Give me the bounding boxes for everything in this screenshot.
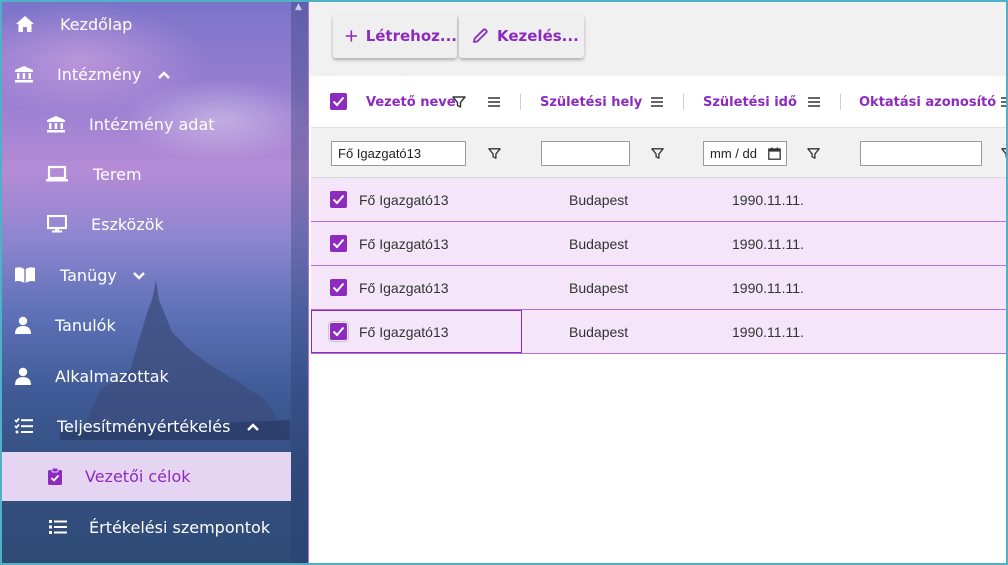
sidebar: ▲ Kezdőlap Intézmény Intézmény adat Tere… xyxy=(0,0,308,565)
nav-item-teljesitmenyertekeles[interactable]: Teljesítményértékelés xyxy=(0,402,291,450)
nav-item-terem[interactable]: Terem xyxy=(0,150,291,198)
checkmark-icon xyxy=(332,326,345,337)
column-menu-icon[interactable] xyxy=(486,94,502,110)
table-row[interactable]: Fő Igazgató13 Budapest 1990.11.11. xyxy=(311,178,1008,222)
cell-name: Fő Igazgató13 xyxy=(359,280,449,296)
nav-item-intezmeny-adat[interactable]: Intézmény adat xyxy=(0,100,291,148)
clipboard-check-icon xyxy=(44,466,66,488)
sidebar-scrollbar[interactable] xyxy=(291,0,308,565)
nav-item-intezmeny[interactable]: Intézmény xyxy=(0,50,291,98)
nav-item-label: Értékelési szempontok xyxy=(89,517,271,537)
cell-place: Budapest xyxy=(569,236,629,252)
nav-item-tanugy[interactable]: Tanügy xyxy=(0,251,291,299)
table-row[interactable]: Fő Igazgató13 Budapest 1990.11.11. xyxy=(311,266,1008,310)
institution-icon xyxy=(45,113,67,135)
home-icon xyxy=(14,13,36,35)
cell-name: Fő Igazgató13 xyxy=(359,192,449,208)
nav-item-label: Teljesítményértékelés xyxy=(57,416,231,436)
checkmark-icon xyxy=(332,96,345,107)
table-header: Vezető neve Születési hely Születési idő… xyxy=(311,76,1008,128)
chevron-up-icon xyxy=(246,423,259,431)
chevron-up-icon xyxy=(157,71,170,79)
cell-date: 1990.11.11. xyxy=(732,280,804,296)
cell-place: Budapest xyxy=(569,192,629,208)
create-button-label: Létrehoz... xyxy=(365,27,457,45)
nav-item-label: Tanügy xyxy=(60,265,117,285)
column-header-oktatasi-azonosito[interactable]: Oktatási azonosító xyxy=(859,76,996,128)
filter-icon[interactable] xyxy=(451,94,467,110)
date-filter-input[interactable]: mm / dd xyxy=(703,141,787,166)
nav-item-alkalmazottak[interactable]: Alkalmazottak xyxy=(0,352,291,400)
nav-item-label: Eszközök xyxy=(91,214,164,234)
pencil-icon xyxy=(473,28,488,43)
column-header-vezeto-neve[interactable]: Vezető neve xyxy=(366,76,456,128)
monitor-icon xyxy=(46,213,68,235)
chevron-down-icon xyxy=(133,272,145,280)
nav-item-label: Vezetői célok xyxy=(85,467,191,486)
main-content: Létrehoz... Kezelés... Vezető neve Szüle… xyxy=(308,0,1008,565)
nav-item-label: Alkalmazottak xyxy=(55,366,169,386)
id-filter-input[interactable] xyxy=(860,141,982,166)
column-menu-icon[interactable] xyxy=(999,94,1008,110)
table-row[interactable]: Fő Igazgató13 Budapest 1990.11.11. xyxy=(311,222,1008,266)
manage-button-label: Kezelés... xyxy=(497,27,579,45)
cell-name: Fő Igazgató13 xyxy=(359,236,449,252)
column-menu-icon[interactable] xyxy=(806,94,822,110)
nav-item-label: Kezdőlap xyxy=(60,14,133,34)
row-checkbox[interactable] xyxy=(328,321,349,342)
filter-icon[interactable] xyxy=(1000,146,1008,161)
checkmark-icon xyxy=(332,194,345,205)
column-separator[interactable] xyxy=(520,94,521,110)
row-checkbox[interactable] xyxy=(330,235,347,252)
toolbar: Létrehoz... Kezelés... xyxy=(309,0,1008,76)
checkmark-icon xyxy=(332,282,345,293)
filter-icon[interactable] xyxy=(806,146,821,161)
institution-icon xyxy=(13,63,35,85)
calendar-icon[interactable] xyxy=(768,147,781,160)
column-header-szuletesi-ido[interactable]: Születési idő xyxy=(703,76,797,128)
nav-item-tanulok[interactable]: Tanulók xyxy=(0,301,291,349)
nav-item-label: Intézmény xyxy=(57,64,142,84)
checklist-icon xyxy=(13,415,35,437)
filter-icon[interactable] xyxy=(650,146,665,161)
date-filter-placeholder: mm / dd xyxy=(710,146,757,161)
book-icon xyxy=(14,264,36,286)
create-button[interactable]: Létrehoz... xyxy=(333,14,457,58)
cell-place: Budapest xyxy=(569,280,629,296)
filter-icon[interactable] xyxy=(487,146,502,161)
nav-item-label: Tanulók xyxy=(55,315,116,335)
cell-date: 1990.11.11. xyxy=(732,324,804,340)
nav-item-vezetoi-celok[interactable]: Vezetői célok xyxy=(0,452,291,501)
scroll-up-icon[interactable]: ▲ xyxy=(295,2,302,12)
checkmark-icon xyxy=(332,238,345,249)
select-all-checkbox[interactable] xyxy=(330,93,347,110)
cell-place: Budapest xyxy=(569,324,629,340)
laptop-icon xyxy=(46,163,68,185)
row-checkbox[interactable] xyxy=(330,279,347,296)
cell-name: Fő Igazgató13 xyxy=(359,324,449,340)
table-row[interactable]: Fő Igazgató13 Budapest 1990.11.11. xyxy=(311,310,1008,354)
person-icon xyxy=(12,314,34,336)
list-icon xyxy=(47,516,69,538)
column-header-szuletesi-hely[interactable]: Születési hely xyxy=(540,76,642,128)
nav-item-label: Intézmény adat xyxy=(89,114,215,134)
cell-date: 1990.11.11. xyxy=(732,192,804,208)
filter-row: mm / dd xyxy=(311,128,1008,178)
nav-item-label: Terem xyxy=(93,164,142,184)
cell-date: 1990.11.11. xyxy=(732,236,804,252)
column-menu-icon[interactable] xyxy=(649,94,665,110)
plus-icon xyxy=(345,30,357,42)
nav-item-eszkozok[interactable]: Eszközök xyxy=(0,200,291,248)
name-filter-input[interactable] xyxy=(331,141,466,166)
manage-button[interactable]: Kezelés... xyxy=(459,14,584,58)
column-separator[interactable] xyxy=(840,94,841,110)
place-filter-input[interactable] xyxy=(541,141,630,166)
person-icon xyxy=(12,365,34,387)
row-checkbox[interactable] xyxy=(330,191,347,208)
nav-item-ertekelesi-szempontok[interactable]: Értékelési szempontok xyxy=(0,503,291,551)
nav-item-kezdolap[interactable]: Kezdőlap xyxy=(0,0,291,48)
column-separator[interactable] xyxy=(683,94,684,110)
